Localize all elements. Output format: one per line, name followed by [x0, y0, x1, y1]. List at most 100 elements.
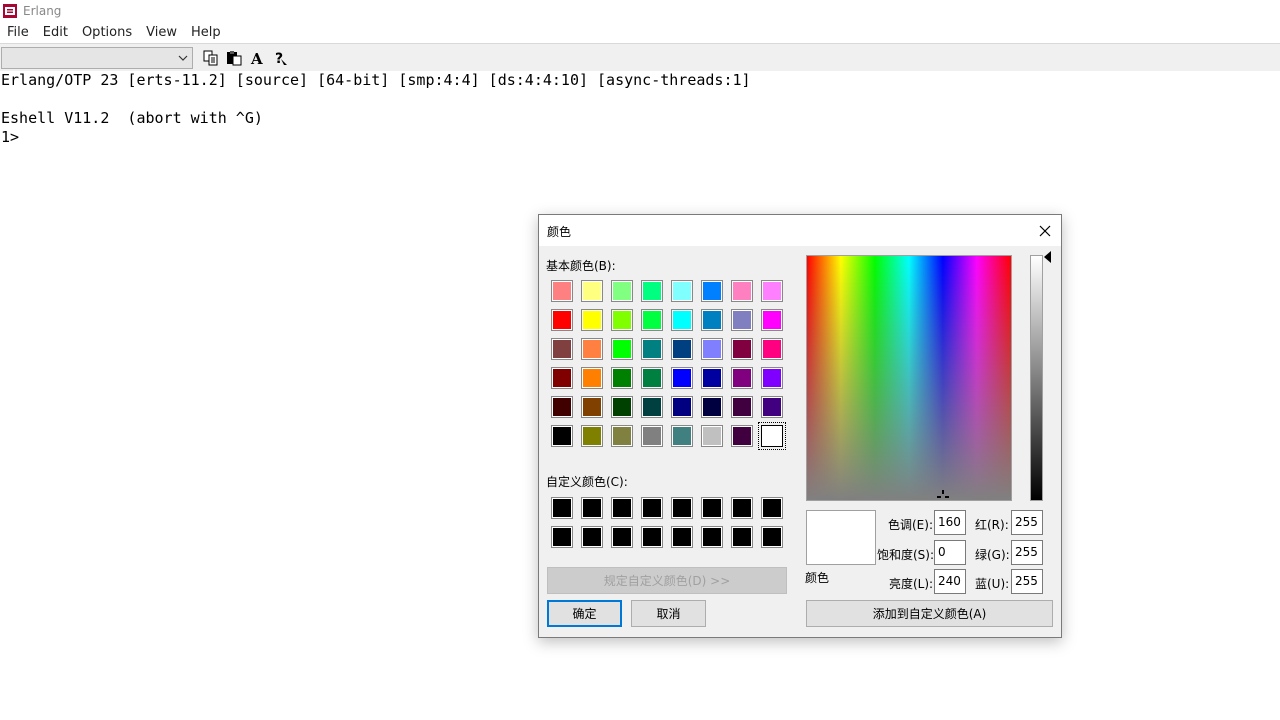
help-button[interactable]: ?	[270, 48, 290, 68]
font-button[interactable]: A	[247, 48, 267, 68]
chevron-down-icon	[178, 55, 188, 61]
console-line: Eshell V11.2 (abort with ^G)	[1, 109, 263, 127]
luminance-arrow-icon[interactable]	[1044, 251, 1051, 263]
basic-color-swatch[interactable]	[551, 396, 573, 418]
basic-color-swatch[interactable]	[761, 280, 783, 302]
basic-color-swatch[interactable]	[731, 280, 753, 302]
basic-color-swatch[interactable]	[581, 425, 603, 447]
basic-color-swatch[interactable]	[671, 338, 693, 360]
red-label: 红(R):	[975, 518, 1009, 532]
luminance-label: 亮度(L):	[889, 577, 934, 591]
basic-color-swatch[interactable]	[731, 309, 753, 331]
basic-color-swatch[interactable]	[641, 338, 663, 360]
define-custom-colors-button[interactable]: 规定自定义颜色(D) >>	[547, 567, 787, 594]
custom-color-swatch[interactable]	[581, 497, 603, 519]
basic-color-swatch[interactable]	[611, 367, 633, 389]
toolbar: A ?	[0, 43, 1280, 71]
erlang-app-icon	[3, 4, 17, 18]
basic-color-swatch[interactable]	[671, 367, 693, 389]
basic-color-swatch[interactable]	[641, 396, 663, 418]
basic-color-swatch[interactable]	[671, 309, 693, 331]
basic-color-swatch[interactable]	[731, 338, 753, 360]
menu-options[interactable]: Options	[75, 22, 139, 43]
luminance-field[interactable]: 240	[934, 569, 966, 594]
crosshair-icon	[937, 490, 949, 498]
saturation-field[interactable]: 0	[934, 540, 966, 565]
luminance-slider[interactable]	[1030, 255, 1043, 501]
custom-color-swatch[interactable]	[641, 526, 663, 548]
hue-field[interactable]: 160	[934, 510, 966, 535]
basic-color-swatch[interactable]	[761, 338, 783, 360]
custom-color-swatch[interactable]	[611, 526, 633, 548]
custom-color-swatch[interactable]	[671, 497, 693, 519]
custom-color-swatch[interactable]	[701, 497, 723, 519]
basic-color-swatch[interactable]	[701, 338, 723, 360]
basic-color-swatch[interactable]	[761, 367, 783, 389]
basic-color-swatch[interactable]	[641, 309, 663, 331]
basic-color-swatch[interactable]	[701, 396, 723, 418]
custom-color-swatch[interactable]	[761, 526, 783, 548]
basic-color-swatch[interactable]	[551, 280, 573, 302]
basic-color-swatch[interactable]	[761, 396, 783, 418]
custom-color-swatch[interactable]	[611, 497, 633, 519]
basic-color-swatch[interactable]	[731, 425, 753, 447]
help-icon: ?	[275, 51, 287, 66]
basic-color-swatch[interactable]	[671, 425, 693, 447]
custom-color-swatch[interactable]	[731, 497, 753, 519]
saturation-label: 饱和度(S):	[877, 548, 935, 562]
basic-color-swatch[interactable]	[758, 422, 786, 450]
basic-color-swatch[interactable]	[611, 280, 633, 302]
basic-color-swatch[interactable]	[671, 396, 693, 418]
custom-color-swatch[interactable]	[731, 526, 753, 548]
basic-color-swatch[interactable]	[611, 396, 633, 418]
basic-color-swatch[interactable]	[581, 338, 603, 360]
basic-color-swatch[interactable]	[701, 280, 723, 302]
blue-field[interactable]: 255	[1011, 569, 1043, 594]
copy-button[interactable]	[201, 48, 221, 68]
basic-color-swatch[interactable]	[671, 280, 693, 302]
menu-view[interactable]: View	[139, 22, 184, 43]
basic-color-swatch[interactable]	[611, 338, 633, 360]
basic-color-swatch[interactable]	[581, 367, 603, 389]
basic-color-swatch[interactable]	[611, 309, 633, 331]
basic-color-swatch[interactable]	[701, 367, 723, 389]
blue-label: 蓝(U):	[975, 577, 1010, 591]
custom-color-swatch[interactable]	[671, 526, 693, 548]
menu-edit[interactable]: Edit	[36, 22, 75, 43]
basic-color-swatch[interactable]	[641, 425, 663, 447]
custom-color-swatch[interactable]	[551, 526, 573, 548]
basic-color-swatch[interactable]	[701, 425, 723, 447]
custom-color-swatch[interactable]	[701, 526, 723, 548]
custom-color-swatch[interactable]	[581, 526, 603, 548]
custom-color-swatch[interactable]	[551, 497, 573, 519]
toolbar-combo[interactable]	[1, 47, 193, 69]
basic-color-swatch[interactable]	[551, 338, 573, 360]
basic-color-swatch[interactable]	[641, 367, 663, 389]
basic-color-swatch[interactable]	[581, 396, 603, 418]
add-to-custom-colors-button[interactable]: 添加到自定义颜色(A)	[806, 600, 1053, 627]
basic-color-swatch[interactable]	[551, 367, 573, 389]
basic-color-swatch[interactable]	[761, 309, 783, 331]
color-spectrum[interactable]	[806, 255, 1012, 501]
paste-button[interactable]	[224, 48, 244, 68]
console-prompt: 1>	[1, 128, 20, 146]
red-field[interactable]: 255	[1011, 510, 1043, 535]
basic-color-swatch[interactable]	[731, 367, 753, 389]
dialog-close-button[interactable]	[1029, 215, 1061, 246]
basic-color-swatch[interactable]	[551, 425, 573, 447]
custom-color-swatch[interactable]	[761, 497, 783, 519]
basic-color-swatch[interactable]	[701, 309, 723, 331]
menu-file[interactable]: File	[0, 22, 36, 43]
green-label: 绿(G):	[975, 548, 1010, 562]
basic-color-swatch[interactable]	[581, 309, 603, 331]
green-field[interactable]: 255	[1011, 540, 1043, 565]
ok-button[interactable]: 确定	[547, 600, 622, 627]
menu-help[interactable]: Help	[184, 22, 228, 43]
basic-color-swatch[interactable]	[641, 280, 663, 302]
basic-color-swatch[interactable]	[611, 425, 633, 447]
basic-color-swatch[interactable]	[581, 280, 603, 302]
cancel-button[interactable]: 取消	[631, 600, 706, 627]
custom-color-swatch[interactable]	[641, 497, 663, 519]
basic-color-swatch[interactable]	[731, 396, 753, 418]
basic-color-swatch[interactable]	[551, 309, 573, 331]
